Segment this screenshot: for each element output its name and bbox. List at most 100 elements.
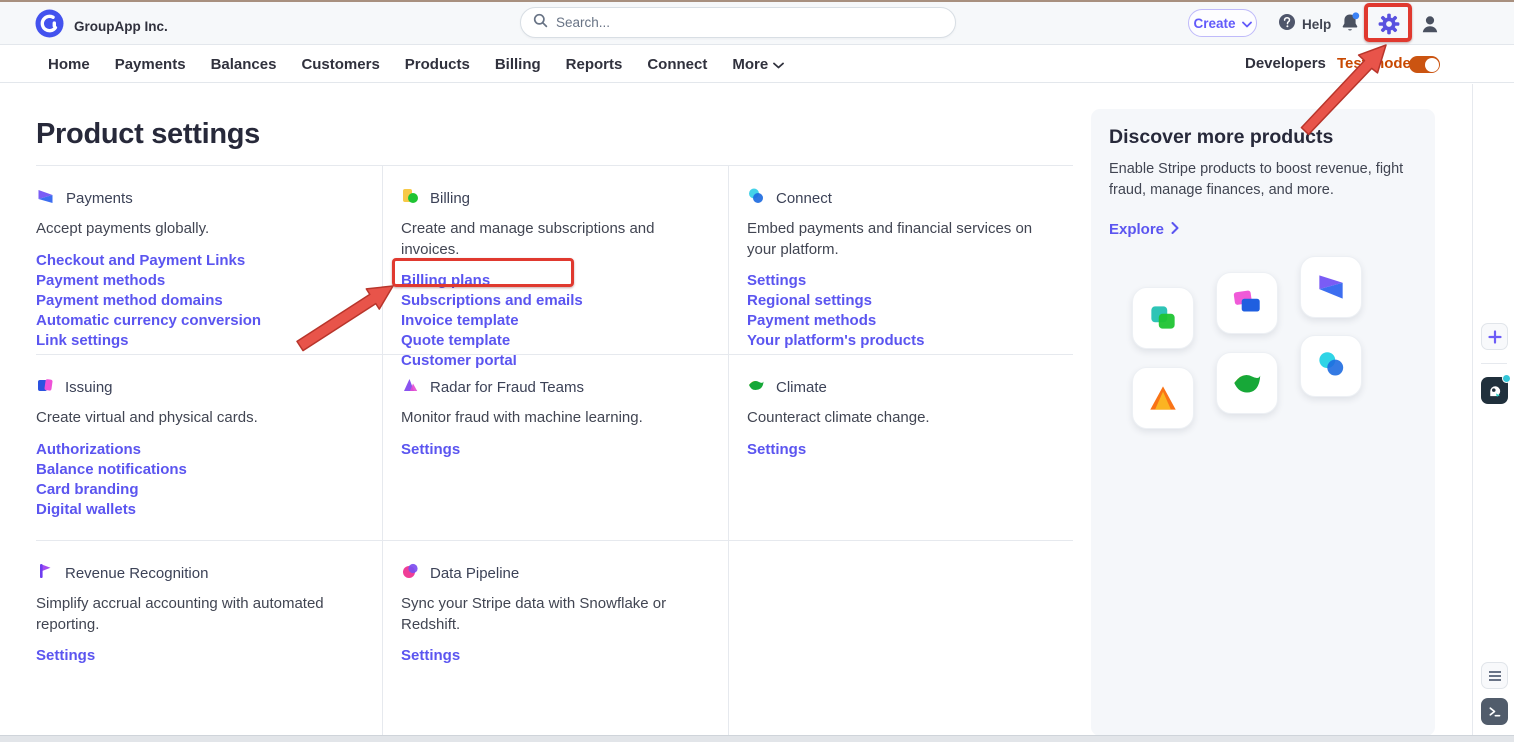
- section-title: Billing: [430, 190, 470, 207]
- section-description: Simplify accrual accounting with automat…: [36, 594, 352, 635]
- list-icon: [1488, 670, 1502, 682]
- empty-cell: [728, 540, 1073, 736]
- explore-link[interactable]: Explore: [1109, 221, 1417, 238]
- section-title: Payments: [66, 190, 133, 207]
- issuing-cards-icon: [1229, 285, 1265, 321]
- settings-button[interactable]: [1377, 12, 1401, 36]
- help-label: Help: [1302, 17, 1331, 32]
- link-authorizations[interactable]: Authorizations: [36, 440, 352, 460]
- toggle-knob: [1425, 58, 1439, 72]
- link-quote-template[interactable]: Quote template: [401, 331, 698, 351]
- nav-payments[interactable]: Payments: [115, 56, 186, 73]
- section-title: Issuing: [65, 379, 113, 396]
- link-billing-plans[interactable]: Billing plans: [401, 271, 698, 291]
- link-climate-settings[interactable]: Settings: [747, 440, 1043, 460]
- nav-more[interactable]: More: [732, 56, 784, 73]
- payment-links-icon: [1145, 300, 1181, 336]
- gear-icon: [1377, 12, 1401, 36]
- section-title: Climate: [776, 379, 827, 396]
- nav-balances[interactable]: Balances: [211, 56, 277, 73]
- capital-swoosh-icon: [1229, 365, 1265, 401]
- connect-icon: [747, 187, 765, 210]
- test-mode-toggle[interactable]: [1409, 56, 1440, 73]
- assistant-button[interactable]: [1481, 377, 1508, 404]
- link-connect-payment-methods[interactable]: Payment methods: [747, 311, 1043, 331]
- nav-products[interactable]: Products: [405, 56, 470, 73]
- rail-divider: [1472, 84, 1473, 735]
- payments-arrow-icon: [1313, 269, 1349, 305]
- brand[interactable]: GroupApp Inc.: [34, 8, 168, 44]
- logo-icon: [34, 8, 65, 44]
- section-title: Revenue Recognition: [65, 565, 208, 582]
- chevron-down-icon: [1242, 16, 1252, 31]
- section-title: Radar for Fraud Teams: [430, 379, 584, 396]
- section-description: Sync your Stripe data with Snowflake or …: [401, 594, 698, 635]
- section-title: Connect: [776, 190, 832, 207]
- nav-reports[interactable]: Reports: [566, 56, 623, 73]
- tile-capital[interactable]: [1216, 352, 1278, 414]
- create-button-label: Create: [1193, 16, 1235, 31]
- link-radar-settings[interactable]: Settings: [401, 440, 698, 460]
- tile-atlas[interactable]: [1132, 367, 1194, 429]
- connect-circles-icon: [1313, 348, 1349, 384]
- topbar: GroupApp Inc. Create Help: [0, 2, 1514, 45]
- create-button[interactable]: Create: [1188, 9, 1257, 37]
- link-card-branding[interactable]: Card branding: [36, 480, 352, 500]
- nav-home[interactable]: Home: [48, 56, 90, 73]
- assistant-icon: [1486, 382, 1503, 399]
- notifications-button[interactable]: [1338, 11, 1362, 35]
- link-your-platforms-products[interactable]: Your platform's products: [747, 331, 1043, 351]
- nav-connect[interactable]: Connect: [647, 56, 707, 73]
- issuing-icon: [36, 376, 54, 399]
- explore-label: Explore: [1109, 221, 1164, 238]
- test-mode-label: Test mode: [1337, 55, 1411, 72]
- chevron-down-icon: [773, 56, 784, 73]
- section-description: Accept payments globally.: [36, 219, 352, 240]
- user-icon: [1418, 12, 1442, 36]
- add-button[interactable]: [1481, 323, 1508, 350]
- section-issuing: Issuing Create virtual and physical card…: [36, 354, 382, 540]
- bottom-scrollbar[interactable]: [0, 735, 1514, 742]
- tile-payment-links[interactable]: [1132, 287, 1194, 349]
- link-regional-settings[interactable]: Regional settings: [747, 291, 1043, 311]
- link-digital-wallets[interactable]: Digital wallets: [36, 500, 352, 520]
- link-balance-notifications[interactable]: Balance notifications: [36, 460, 352, 480]
- nav-more-label: More: [732, 56, 768, 73]
- rail-separator: [1481, 363, 1507, 364]
- tile-issuing-cards[interactable]: [1216, 272, 1278, 334]
- list-button[interactable]: [1481, 662, 1508, 689]
- search-input[interactable]: [556, 15, 943, 30]
- brand-name: GroupApp Inc.: [74, 19, 168, 34]
- assistant-status-dot: [1502, 374, 1511, 383]
- discover-description: Enable Stripe products to boost revenue,…: [1109, 159, 1417, 200]
- discover-title: Discover more products: [1109, 126, 1417, 149]
- section-description: Create and manage subscriptions and invo…: [401, 219, 698, 260]
- link-invoice-template[interactable]: Invoice template: [401, 311, 698, 331]
- atlas-triangle-icon: [1145, 380, 1181, 416]
- link-data-pipeline-settings[interactable]: Settings: [401, 646, 698, 666]
- link-payment-method-domains[interactable]: Payment method domains: [36, 291, 352, 311]
- section-climate: Climate Counteract climate change. Setti…: [728, 354, 1073, 540]
- section-description: Embed payments and financial services on…: [747, 219, 1043, 260]
- nav-developers[interactable]: Developers: [1245, 55, 1326, 72]
- plus-icon: [1488, 330, 1502, 344]
- link-subscriptions-and-emails[interactable]: Subscriptions and emails: [401, 291, 698, 311]
- link-link-settings[interactable]: Link settings: [36, 331, 352, 351]
- climate-icon: [747, 376, 765, 399]
- terminal-button[interactable]: [1481, 698, 1508, 725]
- help-button[interactable]: Help: [1278, 13, 1331, 36]
- section-revenue-recognition: Revenue Recognition Simplify accrual acc…: [36, 540, 382, 736]
- section-description: Monitor fraud with machine learning.: [401, 408, 698, 429]
- search-bar[interactable]: [520, 7, 956, 38]
- nav-customers[interactable]: Customers: [301, 56, 379, 73]
- tile-connect[interactable]: [1300, 335, 1362, 397]
- link-payment-methods[interactable]: Payment methods: [36, 271, 352, 291]
- tile-payments[interactable]: [1300, 256, 1362, 318]
- section-connect: Connect Embed payments and financial ser…: [728, 165, 1073, 354]
- link-revenue-recognition-settings[interactable]: Settings: [36, 646, 352, 666]
- account-button[interactable]: [1418, 12, 1442, 36]
- link-connect-settings[interactable]: Settings: [747, 271, 1043, 291]
- link-checkout-and-payment-links[interactable]: Checkout and Payment Links: [36, 251, 352, 271]
- link-automatic-currency-conversion[interactable]: Automatic currency conversion: [36, 311, 352, 331]
- nav-billing[interactable]: Billing: [495, 56, 541, 73]
